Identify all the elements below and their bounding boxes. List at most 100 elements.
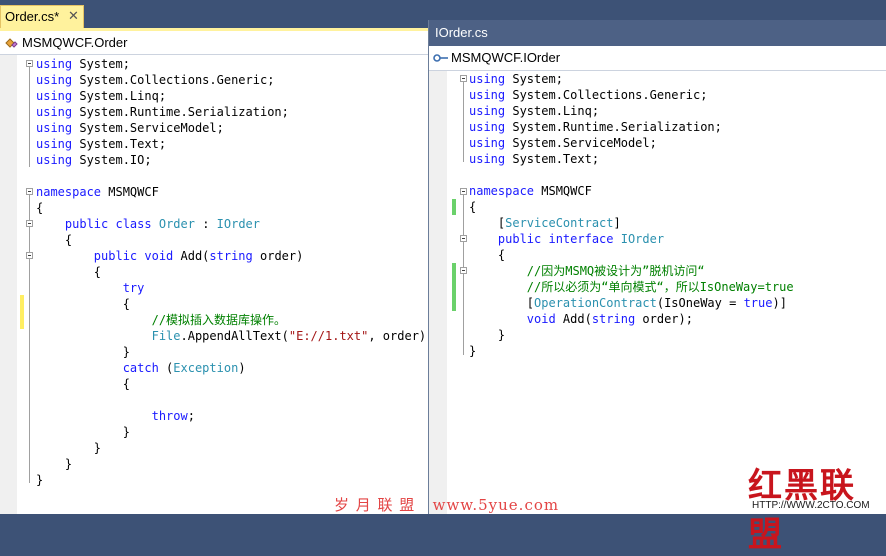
code-token: string [209, 249, 253, 263]
code-token: { [36, 265, 102, 279]
code-token: } [36, 345, 130, 359]
code-token: { [36, 233, 73, 247]
code-line: public class Order : IOrder [36, 216, 260, 232]
code-token: OperationContract [534, 296, 657, 310]
code-token: public class [64, 217, 152, 231]
collapse-toggle[interactable] [460, 235, 467, 242]
code-token: )] [772, 296, 787, 310]
code-token: System.Collections.Generic; [72, 73, 275, 87]
code-token: order) [252, 249, 304, 263]
tab-label: Order.cs* [5, 9, 60, 24]
type-navigation-dropdown[interactable]: MSMQWCF.IOrder [429, 46, 886, 71]
outline-line [29, 259, 30, 449]
close-icon[interactable]: ✕ [68, 8, 79, 24]
left-editor-pane: Order.cs* ✕ MSMQWCF.Order using System; u… [0, 0, 428, 514]
code-token: using [36, 57, 73, 71]
code-token: System.Linq; [72, 89, 167, 103]
code-token: using [469, 88, 506, 102]
code-line: namespace MSMQWCF [469, 183, 592, 199]
code-line: try [36, 280, 145, 296]
collapse-toggle[interactable] [26, 252, 33, 259]
code-editor-iorder[interactable]: using System; using System.Collections.Ge… [429, 71, 886, 514]
code-token: using [469, 104, 506, 118]
code-line: { [469, 199, 476, 215]
collapse-toggle[interactable] [460, 75, 467, 82]
code-token: { [469, 248, 506, 262]
code-token: try [122, 281, 145, 295]
code-token: MSMQWCF [534, 184, 592, 198]
code-token: File [151, 329, 181, 343]
code-token: Exception [173, 361, 239, 375]
code-line: } [36, 424, 130, 440]
code-token: System.Text; [72, 137, 167, 151]
code-line: using System.ServiceModel; [469, 135, 657, 151]
code-line: { [469, 247, 505, 263]
collapse-toggle[interactable] [460, 188, 467, 195]
code-token: System.Runtime.Serialization; [72, 105, 289, 119]
code-token: } [36, 441, 102, 455]
code-token: ; [187, 409, 195, 423]
change-indicator [452, 199, 456, 215]
floating-window-title-bar[interactable]: IOrder.cs [429, 20, 886, 46]
code-line: using System.Linq; [36, 88, 166, 104]
tab-order-cs[interactable]: Order.cs* ✕ [0, 5, 84, 28]
outline-line [29, 67, 30, 167]
code-token: MSMQWCF [101, 185, 159, 199]
window-title: IOrder.cs [435, 25, 488, 40]
code-token: IOrder [216, 217, 261, 231]
code-token: using [469, 152, 506, 166]
code-line: //因为MSMQ被设计为”脱机访问“ [469, 263, 705, 279]
code-token: ) [238, 361, 246, 375]
code-token: .AppendAllText( [180, 329, 289, 343]
code-line: File.AppendAllText("E://1.txt", order); [36, 328, 428, 344]
code-token: using [469, 72, 506, 86]
type-navigation-dropdown[interactable]: MSMQWCF.Order [0, 31, 428, 55]
code-token: { [36, 297, 130, 311]
code-token: } [36, 425, 130, 439]
code-line: } [36, 456, 72, 472]
code-token: } [36, 473, 44, 487]
code-token: using [36, 153, 73, 167]
collapse-toggle[interactable] [460, 267, 467, 274]
code-token: //模拟插入数据库操作。 [151, 313, 287, 327]
code-token: System.IO; [72, 153, 152, 167]
code-token: { [36, 201, 44, 215]
code-line: using System.Linq; [469, 103, 599, 119]
code-token: { [36, 377, 130, 391]
collapse-toggle[interactable] [26, 60, 33, 67]
interface-icon [433, 51, 449, 69]
code-line: { [36, 200, 43, 216]
code-token: System.Collections.Generic; [505, 88, 708, 102]
code-token: [ [469, 296, 535, 310]
collapse-toggle[interactable] [26, 188, 33, 195]
code-token: ] [613, 216, 621, 230]
code-token: Order [158, 217, 195, 231]
code-token: catch [122, 361, 159, 375]
code-token: using [36, 105, 73, 119]
collapse-toggle[interactable] [26, 220, 33, 227]
code-line: { [36, 376, 130, 392]
code-line: throw; [36, 408, 195, 424]
code-token: System.Text; [505, 152, 600, 166]
code-line: } [36, 472, 43, 488]
code-token: ServiceContract [505, 216, 614, 230]
outline-line [463, 242, 464, 342]
code-line: namespace MSMQWCF [36, 184, 159, 200]
code-line: } [469, 343, 476, 359]
code-token: public interface [497, 232, 614, 246]
class-icon [4, 36, 18, 55]
code-line: using System; [469, 71, 563, 87]
code-line: using System.Runtime.Serialization; [469, 119, 722, 135]
code-token: ( [158, 361, 174, 375]
code-token: : [194, 217, 217, 231]
code-editor-order[interactable]: using System; using System.Collections.Ge… [0, 55, 428, 514]
code-token: using [469, 136, 506, 150]
code-token: namespace [469, 184, 535, 198]
